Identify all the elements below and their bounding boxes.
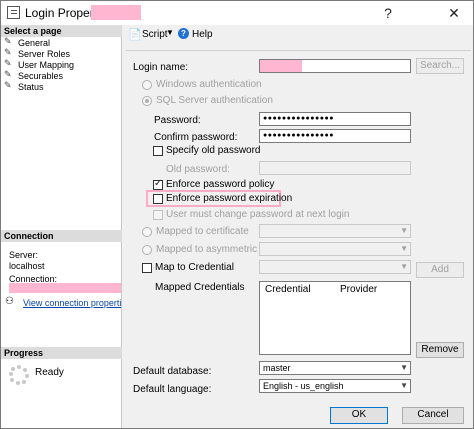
- login-name-label: Login name:: [133, 62, 189, 73]
- remove-credential-button[interactable]: Remove: [416, 342, 464, 358]
- confirm-password-label: Confirm password:: [154, 132, 238, 143]
- page-status[interactable]: Status: [4, 80, 44, 93]
- view-connection-properties-link[interactable]: View connection properties: [23, 298, 121, 308]
- select-page-header: Select a page: [1, 25, 122, 37]
- help-icon: ?: [178, 28, 189, 39]
- redacted-login-name: [260, 60, 302, 72]
- redacted-login-name-title: [91, 5, 141, 20]
- toolbar-separator: [126, 50, 471, 51]
- must-change-password-label: User must change password at next login: [166, 209, 350, 220]
- progress-spinner-icon: [9, 365, 29, 385]
- mapped-credentials-grid[interactable]: Credential Provider: [259, 281, 411, 355]
- chevron-down-icon: ▼: [400, 226, 408, 235]
- default-language-label: Default language:: [133, 384, 212, 395]
- general-page-panel: 📄 Script ▼ ? Help Login name: Search... …: [122, 25, 473, 428]
- chevron-down-icon: ▼: [400, 262, 408, 271]
- script-icon: 📄: [128, 29, 142, 41]
- enforce-password-expiration-label: Enforce password expiration: [166, 193, 293, 204]
- page-securables[interactable]: Securables: [4, 69, 64, 82]
- specify-old-password-label: Specify old password: [166, 145, 261, 156]
- page-server-roles-label: Server Roles: [18, 49, 71, 59]
- sql-auth-label: SQL Server authentication: [156, 95, 273, 106]
- confirm-password-input[interactable]: ●●●●●●●●●●●●●●●: [259, 129, 411, 143]
- page-server-roles[interactable]: Server Roles: [4, 47, 71, 60]
- page-icon: [4, 36, 14, 47]
- provider-column-header: Provider: [340, 284, 378, 295]
- page-icon: [4, 58, 14, 69]
- login-properties-window: Login Properties ? ✕ Select a page Gener…: [0, 0, 474, 429]
- help-title-button[interactable]: ?: [371, 1, 405, 25]
- mapped-credentials-label: Mapped Credentials: [155, 282, 245, 293]
- enforce-password-policy-label: Enforce password policy: [166, 179, 275, 190]
- ok-button[interactable]: OK: [330, 407, 388, 424]
- progress-header: Progress: [1, 347, 122, 359]
- mapped-asymmetric-key-radio[interactable]: [142, 245, 152, 255]
- map-to-credential-checkbox[interactable]: [142, 263, 152, 273]
- page-securables-label: Securables: [18, 71, 64, 81]
- connection-properties-icon: ⚇: [5, 296, 14, 307]
- page-icon: [4, 47, 14, 58]
- windows-auth-label: Windows authentication: [156, 79, 262, 90]
- page-status-label: Status: [18, 82, 44, 92]
- password-label: Password:: [154, 115, 201, 126]
- default-database-select[interactable]: master ▼: [259, 361, 411, 375]
- page-general[interactable]: General: [4, 36, 51, 49]
- page-general-label: General: [18, 38, 51, 48]
- default-database-label: Default database:: [133, 366, 212, 377]
- server-label: Server:: [9, 250, 39, 260]
- specify-old-password-checkbox[interactable]: [153, 146, 163, 156]
- search-button[interactable]: Search...: [416, 58, 464, 74]
- windows-auth-radio[interactable]: [142, 80, 152, 90]
- left-panel: Select a page General Server Roles User …: [1, 25, 122, 428]
- add-credential-button[interactable]: Add: [416, 262, 464, 278]
- server-value: localhost: [9, 261, 45, 271]
- help-button[interactable]: Help: [192, 29, 213, 40]
- default-language-value: English - us_english: [263, 381, 344, 391]
- page-user-mapping-label: User Mapping: [18, 60, 75, 70]
- connection-header: Connection: [1, 230, 122, 242]
- page-user-mapping[interactable]: User Mapping: [4, 58, 75, 71]
- default-language-select[interactable]: English - us_english ▼: [259, 379, 411, 393]
- toolbar: 📄 Script ▼ ? Help: [122, 25, 473, 47]
- mapped-asymmetric-key-label: Mapped to asymmetric key: [156, 244, 276, 255]
- chevron-down-icon: ▼: [400, 244, 408, 253]
- asymmetric-key-select[interactable]: ▼: [259, 242, 411, 256]
- redacted-connection: [9, 283, 121, 293]
- default-database-value: master: [263, 363, 291, 373]
- window-icon: [7, 6, 20, 19]
- enforce-password-expiration-checkbox[interactable]: [153, 194, 163, 204]
- credential-select[interactable]: ▼: [259, 260, 411, 274]
- script-button[interactable]: Script: [142, 29, 168, 40]
- map-to-credential-label: Map to Credential: [155, 262, 234, 273]
- credential-column-header: Credential: [265, 284, 311, 295]
- old-password-label: Old password:: [166, 164, 230, 175]
- old-password-input[interactable]: [259, 161, 411, 175]
- must-change-password-checkbox[interactable]: [153, 210, 163, 220]
- script-dropdown-chevron-down-icon[interactable]: ▼: [166, 28, 174, 37]
- cancel-button[interactable]: Cancel: [402, 407, 464, 424]
- mapped-certificate-label: Mapped to certificate: [156, 226, 249, 237]
- progress-status: Ready: [35, 367, 64, 378]
- mapped-certificate-radio[interactable]: [142, 227, 152, 237]
- title-bar: Login Properties ? ✕: [1, 1, 473, 25]
- password-input[interactable]: ●●●●●●●●●●●●●●●: [259, 112, 411, 126]
- close-button[interactable]: ✕: [437, 1, 471, 25]
- enforce-password-policy-checkbox[interactable]: [153, 178, 163, 190]
- page-icon: [4, 80, 14, 91]
- sql-auth-radio[interactable]: [142, 96, 152, 106]
- certificate-select[interactable]: ▼: [259, 224, 411, 238]
- chevron-down-icon: ▼: [400, 381, 408, 390]
- page-icon: [4, 69, 14, 80]
- chevron-down-icon: ▼: [400, 363, 408, 372]
